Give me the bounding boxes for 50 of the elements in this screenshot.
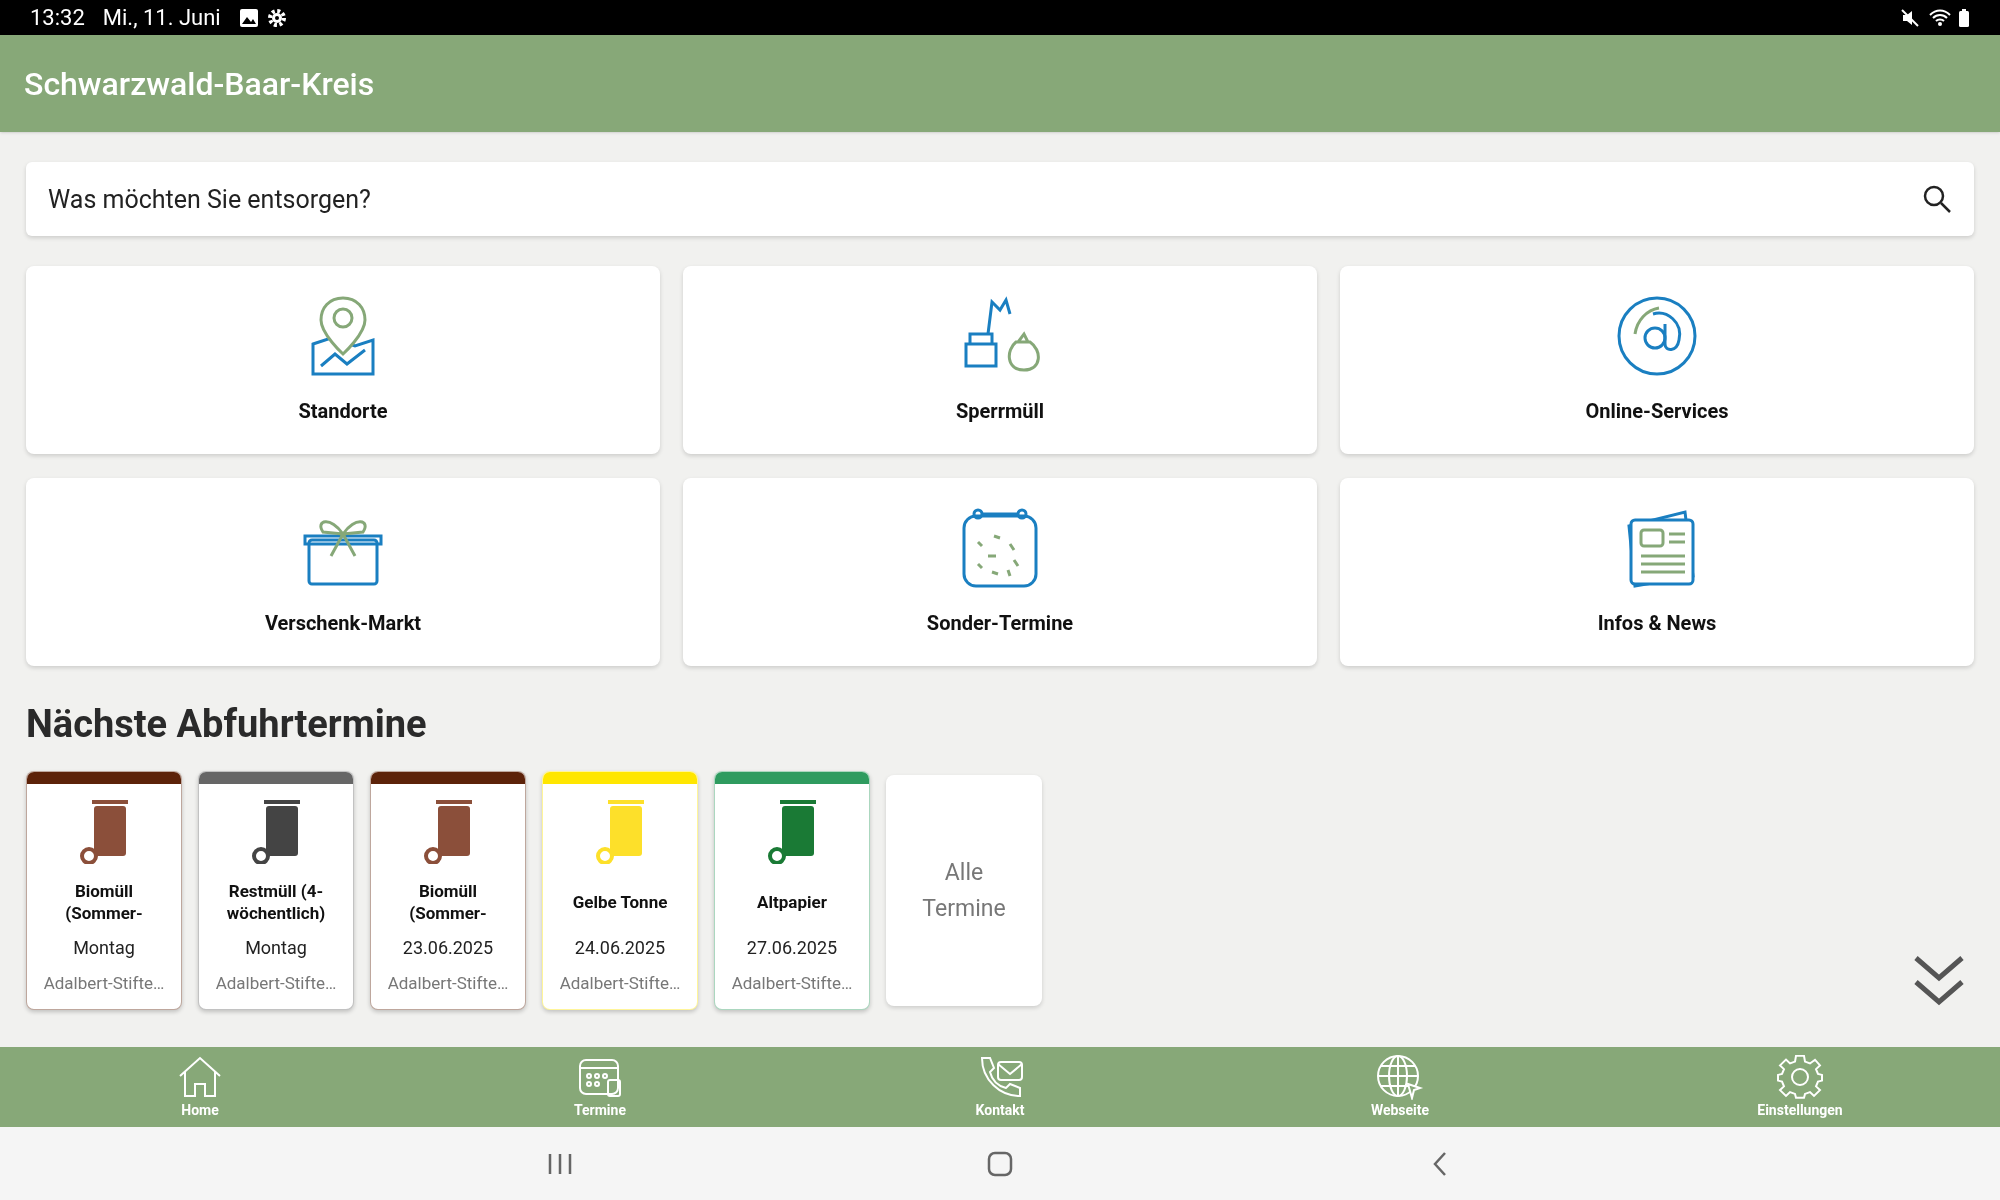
- mute-icon: [1900, 7, 1920, 28]
- pickup-location: Adalbert-Stifte…: [387, 972, 509, 995]
- pickup-card[interactable]: Restmüll (4-wöchentlich) Montag Adalbert-Stifte…: [198, 771, 354, 1010]
- waste-type: Gelbe Tonne: [571, 891, 669, 913]
- menu-tile[interactable]: Sperrmüll: [683, 266, 1317, 454]
- waste-bin-icon: [595, 798, 645, 864]
- pickup-date: Montag: [245, 936, 307, 960]
- recent-apps-icon[interactable]: [547, 1151, 573, 1176]
- waste-type: Biomüll (Sommer-: [64, 880, 144, 924]
- pickup-date: 24.06.2025: [574, 936, 666, 960]
- waste-bin-icon: [767, 798, 817, 864]
- pickup-card[interactable]: Gelbe Tonne 24.06.2025 Adalbert-Stifte…: [542, 771, 698, 1010]
- section-heading: Nächste Abfuhrtermine: [26, 701, 427, 748]
- pickup-card[interactable]: Biomüll (Sommer- Montag Adalbert-Stifte…: [26, 771, 182, 1010]
- all-dates-card[interactable]: Alle Termine: [886, 775, 1042, 1006]
- waste-type: Altpapier: [756, 891, 828, 913]
- pickup-date: 23.06.2025: [402, 936, 494, 960]
- pickup-date: 27.06.2025: [746, 936, 838, 960]
- menu-tile[interactable]: Sonder-Termine: [683, 478, 1317, 666]
- image-icon: [238, 7, 259, 28]
- pickup-card[interactable]: Biomüll (Sommer- 23.06.2025 Adalbert-Stifte…: [370, 771, 526, 1010]
- settings-icon: [1776, 1053, 1824, 1100]
- menu-tile[interactable]: Verschenk-Markt: [26, 478, 660, 666]
- pickup-location: Adalbert-Stifte…: [43, 972, 165, 995]
- pickup-date: Montag: [73, 936, 135, 960]
- back-icon[interactable]: [1431, 1150, 1449, 1177]
- at-sign-icon: [1615, 294, 1699, 378]
- pickup-location: Adalbert-Stifte…: [731, 972, 853, 995]
- battery-icon: [1958, 7, 1970, 28]
- double-chevron-down-icon[interactable]: [1912, 954, 1966, 1008]
- menu-tile[interactable]: Standorte: [26, 266, 660, 454]
- menu-tile[interactable]: Online-Services: [1340, 266, 1974, 454]
- globe-icon: [1376, 1053, 1424, 1100]
- settings-icon: [266, 7, 287, 28]
- search-icon[interactable]: [1922, 184, 1952, 214]
- wifi-icon: [1928, 7, 1952, 28]
- status-date: Mi., 11. Juni: [102, 4, 221, 32]
- waste-bin-icon: [423, 798, 473, 864]
- status-time: 13:32: [30, 4, 85, 32]
- app-title: Schwarzwald-Baar-Kreis: [24, 63, 375, 105]
- pickup-card[interactable]: Altpapier 27.06.2025 Adalbert-Stifte…: [714, 771, 870, 1010]
- waste-bin-icon: [79, 798, 129, 864]
- waste-type: Restmüll (4-wöchentlich): [225, 880, 327, 924]
- waste-type: Biomüll (Sommer-: [408, 880, 488, 924]
- menu-tile[interactable]: Infos & News: [1340, 478, 1974, 666]
- waste-bin-icon: [251, 798, 301, 864]
- pickup-location: Adalbert-Stifte…: [559, 972, 681, 995]
- home-icon[interactable]: [987, 1150, 1013, 1177]
- pickup-location: Adalbert-Stifte…: [215, 972, 337, 995]
- search-field[interactable]: Was möchten Sie entsorgen?: [26, 162, 1974, 236]
